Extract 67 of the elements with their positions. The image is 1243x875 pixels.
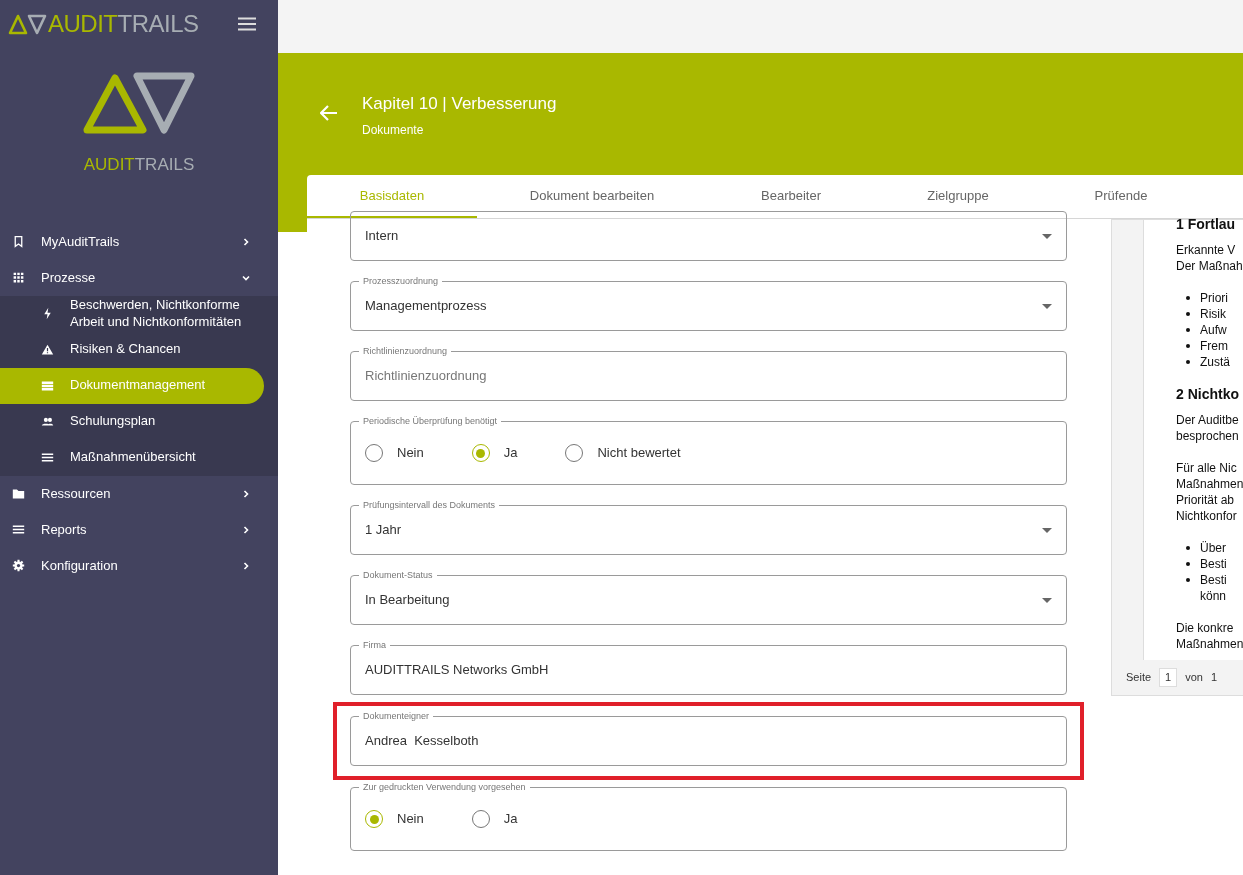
bullet-item: Frem	[1176, 338, 1243, 354]
list-icon	[41, 451, 54, 464]
document-text: Priorität ab	[1176, 492, 1236, 508]
bullet-item: Zustä	[1176, 354, 1243, 370]
gear-icon	[12, 559, 25, 572]
bullet-item: Besti	[1176, 572, 1243, 588]
page-title: Kapitel 10 | Verbesserung	[362, 93, 557, 115]
document-text: besprochen	[1176, 428, 1240, 444]
logo-icon	[83, 72, 195, 134]
list-icon	[12, 523, 25, 536]
field-label: Periodische Überprüfung benötigt	[359, 415, 502, 427]
field-label: Prozesszuordnung	[359, 275, 443, 287]
document-heading: 1 Fortlau	[1176, 216, 1237, 232]
sidebar-item[interactable]: Prozesse	[0, 259, 278, 296]
radio-option[interactable]: Nein	[365, 809, 424, 829]
page-count: 1	[1210, 670, 1218, 686]
brand-logo: AUDITTRAILS	[8, 12, 199, 36]
dropdown-caret-icon	[1042, 303, 1052, 309]
document-text: Erkannte V	[1176, 242, 1237, 258]
page-number-field[interactable]: 1	[1159, 668, 1178, 687]
bullet-item: Aufw	[1176, 322, 1243, 338]
grid-icon	[12, 271, 25, 284]
sidebar-subitem[interactable]: Risiken & Chancen	[0, 331, 264, 368]
dropdown-caret-icon	[1042, 527, 1052, 533]
sidebar-subitem[interactable]: Schulungsplan	[0, 403, 264, 440]
field-label: Dokument-Status	[359, 569, 437, 581]
warning-icon	[41, 343, 54, 356]
menu-icon[interactable]	[238, 17, 256, 31]
sidebar-item[interactable]: Reports	[0, 511, 278, 548]
document-text: Für alle Nic	[1176, 460, 1238, 476]
bullet-item: Risik	[1176, 306, 1243, 322]
document-text: Die konkre	[1176, 620, 1235, 636]
radio-option[interactable]: Ja	[471, 443, 518, 463]
logo-wordmark: AUDITTRAILS	[83, 154, 195, 176]
bullet-item: Über	[1176, 540, 1243, 556]
page-label: Seite	[1126, 670, 1152, 686]
stack-icon	[41, 379, 54, 392]
sidebar-item[interactable]: MyAuditTrails	[0, 223, 278, 260]
radio-option[interactable]: Ja	[471, 809, 518, 829]
document-heading: 2 Nichtko	[1176, 386, 1240, 402]
document-text: Maßnahmen	[1176, 636, 1243, 652]
folder-icon	[12, 487, 25, 500]
dropdown-caret-icon	[1042, 233, 1052, 239]
select-field[interactable]: Intern	[350, 211, 1067, 261]
page-subtitle: Dokumente	[362, 122, 425, 139]
field-label: Firma	[359, 639, 390, 651]
document-text: Nichtkonfor	[1176, 508, 1238, 524]
field-label: Richtlinienzuordnung	[359, 345, 452, 357]
sidebar-item[interactable]: Ressourcen	[0, 475, 278, 512]
document-text: Der Auditbe	[1176, 412, 1240, 428]
document-text: Der Maßnah	[1176, 258, 1243, 274]
page-of-label: von	[1185, 670, 1203, 686]
radio-option[interactable]: Nicht bewertet	[565, 443, 681, 463]
document-text: könn	[1199, 588, 1228, 604]
sidebar-subitem[interactable]: Beschwerden, Nichtkonforme Arbeit und Nichtkonformitäten	[0, 295, 264, 332]
people-icon	[41, 415, 54, 428]
sidebar-item[interactable]: Konfiguration	[0, 547, 278, 584]
bullet-item: Priori	[1176, 290, 1243, 306]
field-label: Dokumenteigner	[359, 710, 434, 722]
dropdown-caret-icon	[1042, 597, 1052, 603]
document-text: Maßnahmen	[1176, 476, 1243, 492]
radio-option[interactable]: Nein	[365, 443, 424, 463]
field-label: Zur gedruckten Verwendung vorgesehen	[359, 781, 530, 793]
sidebar-subitem[interactable]: Maßnahmenübersicht	[0, 439, 264, 476]
bookmark-icon	[12, 235, 25, 248]
bullet-item: Besti	[1176, 556, 1243, 572]
field-label: Prüfungsintervall des Dokuments	[359, 499, 500, 511]
